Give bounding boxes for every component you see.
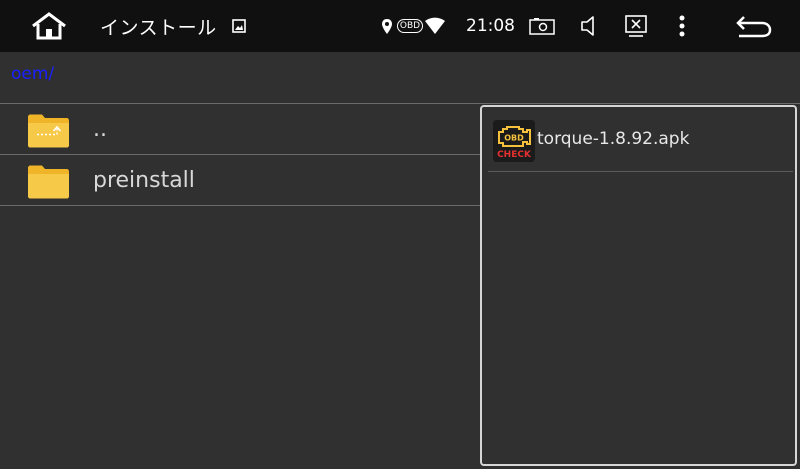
overflow-menu-button[interactable] [672, 0, 692, 52]
app-title: インストール [100, 16, 217, 39]
gallery-icon [230, 0, 248, 52]
wifi-icon [424, 0, 446, 52]
home-button[interactable] [28, 0, 70, 52]
folder-icon [28, 165, 69, 199]
list-item-preinstall[interactable]: preinstall [0, 155, 480, 205]
volume-button[interactable] [578, 0, 600, 52]
file-installer-screen: インストール OBD 21:08 oem/ .. preinstall OBD … [0, 0, 800, 469]
apk-item[interactable]: OBD CHECK torque-1.8.92.apk [482, 107, 795, 171]
volume-icon [581, 16, 594, 36]
clock: 21:08 [466, 16, 515, 36]
obd-check-icon-bottom-text: CHECK [497, 150, 532, 160]
more-vert-icon [679, 15, 685, 37]
screenshot-button[interactable] [528, 0, 556, 52]
status-bar: インストール OBD 21:08 [0, 0, 800, 52]
back-button[interactable] [734, 0, 774, 52]
close-window-button[interactable] [624, 0, 648, 52]
location-icon [380, 0, 394, 52]
home-icon [32, 12, 66, 40]
screenshot-icon [529, 18, 555, 35]
list-divider [0, 205, 480, 206]
parent-folder-icon [28, 114, 69, 148]
list-item-parent-folder[interactable]: .. [0, 104, 480, 154]
apk-file-name: torque-1.8.92.apk [537, 129, 690, 149]
apk-list-divider [488, 171, 793, 172]
current-path[interactable]: oem/ [11, 64, 54, 84]
obd-check-icon: OBD CHECK [493, 120, 535, 162]
file-name: preinstall [93, 167, 195, 193]
obd-status-icon: OBD [396, 0, 424, 52]
obd-check-icon-top-text: OBD [504, 134, 524, 143]
back-arrow-icon [736, 16, 772, 38]
apk-list-panel: OBD CHECK torque-1.8.92.apk [480, 105, 797, 466]
close-window-icon [625, 15, 647, 37]
file-name: .. [93, 116, 107, 142]
obd-badge-label: OBD [396, 19, 424, 33]
